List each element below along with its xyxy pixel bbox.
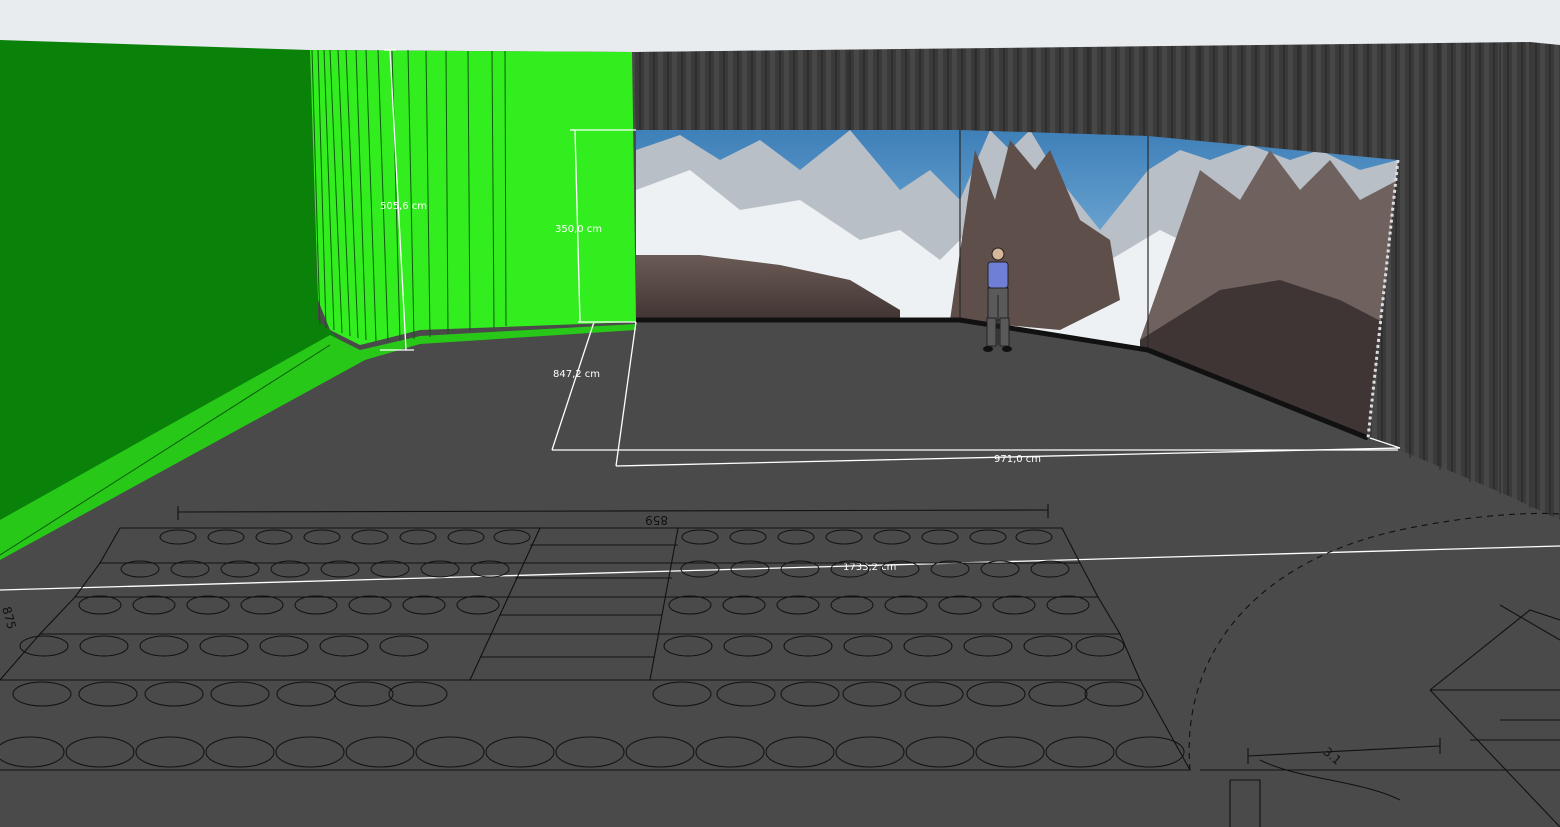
dim-green-wall-height: 505,6 cm (380, 201, 427, 212)
green-screen-back-wall (310, 50, 636, 345)
dim-led-wall-width: 971,0 cm (994, 454, 1041, 465)
figure-head (991, 247, 1005, 261)
figure-shoe-left (983, 346, 993, 352)
studio-3d-scene: 505,6 cm 350,0 cm 847,2 cm 971,0 cm 1733… (0, 0, 1560, 827)
dim-studio-width: 1733,2 cm (843, 562, 896, 573)
figure-leg-right (999, 317, 1010, 347)
dim-stage-depth: 847,2 cm (553, 369, 600, 380)
dim-led-wall-height: 350,0 cm (555, 224, 602, 235)
ceiling-area (0, 0, 1560, 52)
figure-leg-left (986, 317, 997, 347)
figure-shirt (987, 261, 1009, 289)
floor-mark-seating-width: 859 (645, 513, 668, 527)
figure-shoe-right (1002, 346, 1012, 352)
